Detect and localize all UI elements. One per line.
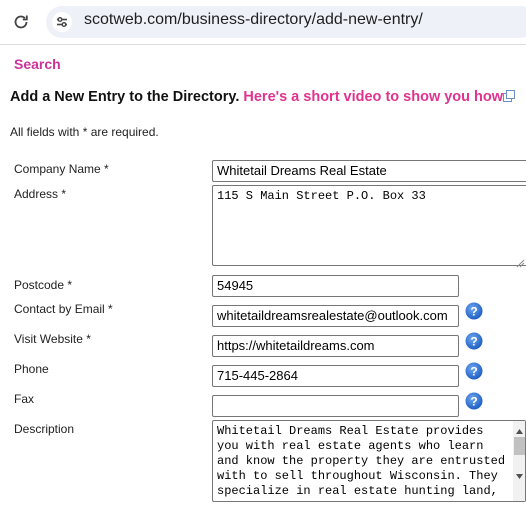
website-input[interactable]: https://whitetaildreams.com (212, 335, 459, 357)
resize-handle-icon[interactable] (516, 255, 525, 268)
scroll-down-icon[interactable] (514, 468, 525, 479)
required-note: All fields with * are required. (10, 125, 159, 139)
page-heading: Add a New Entry to the Directory. Here's… (10, 89, 516, 105)
fax-label: Fax (14, 392, 35, 406)
video-link[interactable]: Here's a short video to show you how (243, 89, 503, 105)
help-icon[interactable]: ? (465, 302, 483, 320)
svg-text:?: ? (470, 365, 477, 379)
postcode-label: Postcode * (14, 278, 73, 292)
scrollbar-thumb[interactable] (514, 437, 525, 455)
svg-text:?: ? (470, 395, 477, 409)
company-name-label: Company Name * (14, 162, 109, 176)
svg-text:?: ? (470, 335, 477, 349)
email-input[interactable]: whitetaildreamsrealestate@outlook.com (212, 305, 459, 327)
address-label: Address * (14, 187, 67, 201)
phone-label: Phone (14, 362, 49, 376)
help-icon[interactable]: ? (465, 362, 483, 380)
external-link-icon[interactable] (503, 90, 516, 102)
description-label: Description (14, 422, 75, 436)
reload-icon[interactable] (12, 13, 30, 31)
email-label: Contact by Email * (14, 302, 113, 316)
fax-input[interactable] (212, 395, 459, 417)
search-link[interactable]: Search (14, 56, 61, 72)
description-textarea[interactable]: Whitetail Dreams Real Estate provides yo… (212, 420, 526, 502)
site-info-icon[interactable] (52, 12, 72, 32)
website-label: Visit Website * (14, 332, 91, 346)
help-icon[interactable]: ? (465, 392, 483, 410)
scroll-up-icon[interactable] (514, 423, 525, 434)
address-textarea[interactable]: 115 S Main Street P.O. Box 33 (212, 185, 526, 266)
phone-input[interactable]: 715-445-2864 (212, 365, 459, 387)
postcode-input[interactable]: 54945 (212, 275, 459, 297)
company-name-input[interactable]: Whitetail Dreams Real Estate (212, 160, 526, 182)
heading-text: Add a New Entry to the Directory. (10, 89, 240, 105)
toolbar-divider (0, 44, 526, 45)
help-icon[interactable]: ? (465, 332, 483, 350)
url-text[interactable]: scotweb.com/business-directory/add-new-e… (84, 11, 423, 29)
svg-text:?: ? (470, 305, 477, 319)
